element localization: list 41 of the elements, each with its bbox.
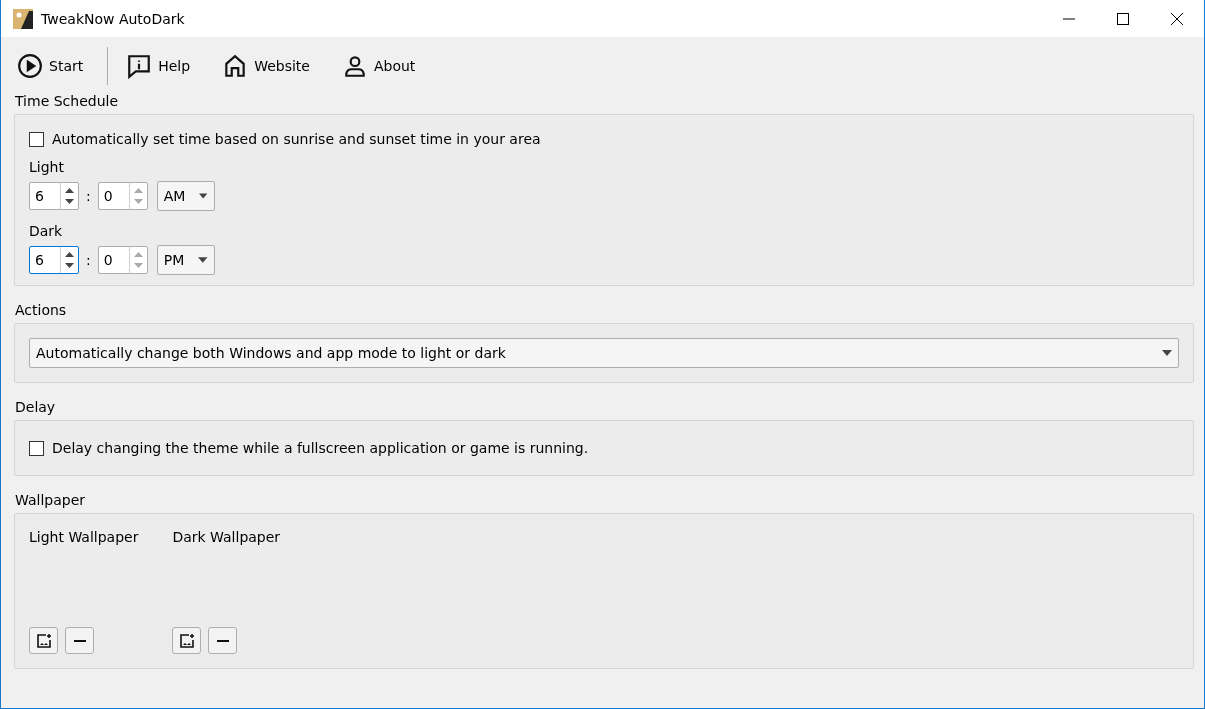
section-label: Wallpaper [15,492,87,508]
field-label: Dark [29,223,64,239]
add-image-button[interactable] [172,627,202,654]
number-spinbox[interactable]: 0 [97,246,148,274]
caret-icon [1162,350,1172,356]
toolbar-button[interactable]: Help [126,47,199,85]
period-dropdown[interactable]: PM [156,245,215,275]
minus-icon [73,639,86,642]
remove-button[interactable] [208,627,238,654]
minus-icon [216,639,229,642]
section-label: Actions [15,302,68,318]
window-title: TweakNow AutoDark [41,10,186,27]
add-image-icon [178,632,195,649]
checkbox[interactable]: Automatically set time based on sunrise and sunset time in your area [29,131,1179,147]
action-dropdown[interactable]: Automatically change both Windows and app mode to light or dark [29,338,1179,368]
wallpaper-label: Dark Wallpaper [172,529,281,545]
toolbar-button[interactable]: Start [17,47,92,85]
section-label: Delay [15,399,57,415]
play-icon [17,53,43,79]
add-image-icon [35,632,52,649]
app-logo-icon [13,8,33,29]
toolbar-button[interactable]: About [341,47,424,85]
close-icon [1171,12,1183,25]
number-spinbox[interactable]: 6 [29,246,79,274]
add-image-button[interactable] [29,627,58,654]
number-spinbox[interactable]: 0 [97,182,148,210]
field-label: Light [29,159,65,175]
number-spinbox[interactable]: 6 [29,182,79,210]
caret-icon [198,257,208,263]
wallpaper-label: Light Wallpaper [29,529,139,545]
checkbox[interactable]: Delay changing the theme while a fullscreen application or game is running. [29,440,1179,456]
period-dropdown[interactable]: AM [156,181,215,211]
time-separator: : [86,188,91,204]
maximize-icon [1117,12,1129,25]
time-separator: : [86,252,91,268]
section-label: Time Schedule [15,93,120,109]
caret-icon [199,193,208,199]
info-bubble-icon [126,53,153,79]
remove-button[interactable] [65,627,94,654]
toolbar-button[interactable]: Website [222,47,318,85]
minimize-icon [1063,17,1075,20]
